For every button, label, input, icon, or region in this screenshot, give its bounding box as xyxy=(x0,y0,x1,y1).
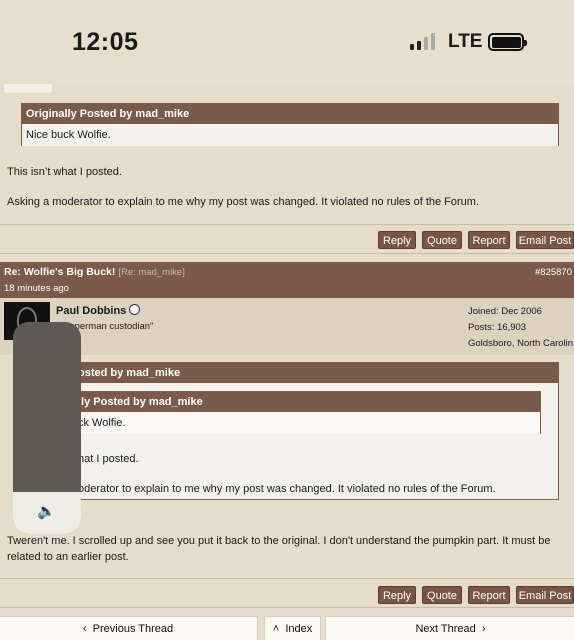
divider xyxy=(0,578,574,579)
post-title-text[interactable]: Re: Wolfie's Big Buck! xyxy=(4,266,115,278)
index-button[interactable]: ˄ Index xyxy=(264,616,321,640)
quoted-text-line: hat I posted. xyxy=(78,453,139,465)
divider xyxy=(0,607,574,608)
index-label: Index xyxy=(285,623,313,635)
email-post-button[interactable]: Email Post xyxy=(516,231,574,249)
status-bar: 12:05 LTE xyxy=(0,0,574,84)
previous-thread-button[interactable]: ‹ Previous Thread xyxy=(0,616,258,640)
inner-quote-header: lly Posted by mad_mike xyxy=(75,392,540,412)
clock: 12:05 xyxy=(72,28,139,56)
post-header: Re: Wolfie's Big Buck! [Re: mad_mike] 18… xyxy=(0,262,574,298)
quote-header: Originally Posted by mad_mike xyxy=(22,104,558,124)
post-text-line: Tweren't me. I scrolled up and see you p… xyxy=(7,535,551,547)
signal-icon xyxy=(410,33,435,50)
post-id-link[interactable]: #825870 xyxy=(535,267,572,278)
quote-button[interactable]: Quote xyxy=(422,231,462,249)
outer-quote-box: osted by mad_mike lly Posted by mad_mike… xyxy=(21,362,559,500)
volume-hud: 🔈 xyxy=(13,322,81,534)
post-tab xyxy=(4,84,52,93)
post-title[interactable]: Re: Wolfie's Big Buck! [Re: mad_mike] xyxy=(4,266,185,278)
status-icon xyxy=(129,304,141,315)
next-thread-button[interactable]: Next Thread › xyxy=(325,616,574,640)
report-button[interactable]: Report xyxy=(468,231,510,249)
speaker-icon: 🔈 xyxy=(37,503,56,520)
user-panel: Paul Dobbins opperman custodian" Joined:… xyxy=(0,298,574,355)
post-text-line: related to an earlier post. xyxy=(7,551,129,563)
network-label: LTE xyxy=(448,31,483,52)
thread-navigation: ‹ Previous Thread ˄ Index Next Thread › xyxy=(0,612,574,640)
quote-body: Nice buck Wolfie. xyxy=(22,124,558,146)
username-text[interactable]: Paul Dobbins xyxy=(56,305,126,317)
report-button[interactable]: Report xyxy=(468,586,510,604)
inner-quote-body: ck Wolfie. xyxy=(75,412,540,434)
quoted-text-line: oderator to explain to me why my post wa… xyxy=(78,483,496,495)
battery-icon xyxy=(488,33,527,51)
post-text-line: This isn’t what I posted. xyxy=(7,166,122,178)
post-time: 18 minutes ago xyxy=(4,283,69,294)
inner-quote-box: lly Posted by mad_mike ck Wolfie. xyxy=(74,391,541,434)
location: Goldsboro, North Carolin xyxy=(468,338,574,349)
next-thread-label: Next Thread xyxy=(415,623,476,635)
outer-quote-header: osted by mad_mike xyxy=(22,363,558,383)
reply-button[interactable]: Reply xyxy=(378,231,416,249)
chevron-right-icon: › xyxy=(481,623,486,635)
quote-box: Originally Posted by mad_mike Nice buck … xyxy=(21,103,559,146)
post-text-line: Asking a moderator to explain to me why … xyxy=(7,196,480,208)
divider xyxy=(0,224,574,225)
reply-button[interactable]: Reply xyxy=(378,586,416,604)
divider xyxy=(0,253,574,254)
chevron-up-icon: ˄ xyxy=(272,623,280,635)
user-info: Joined: Dec 2006 Posts: 16,903 Goldsboro… xyxy=(468,304,573,352)
quote-button[interactable]: Quote xyxy=(422,586,462,604)
email-post-button[interactable]: Email Post xyxy=(516,586,574,604)
reply-to-tag: [Re: mad_mike] xyxy=(118,267,185,278)
username[interactable]: Paul Dobbins xyxy=(56,304,141,317)
joined-date: Joined: Dec 2006 xyxy=(468,306,542,317)
previous-thread-label: Previous Thread xyxy=(92,623,174,635)
post-count: Posts: 16,903 xyxy=(468,322,527,333)
chevron-left-icon: ‹ xyxy=(82,623,87,635)
